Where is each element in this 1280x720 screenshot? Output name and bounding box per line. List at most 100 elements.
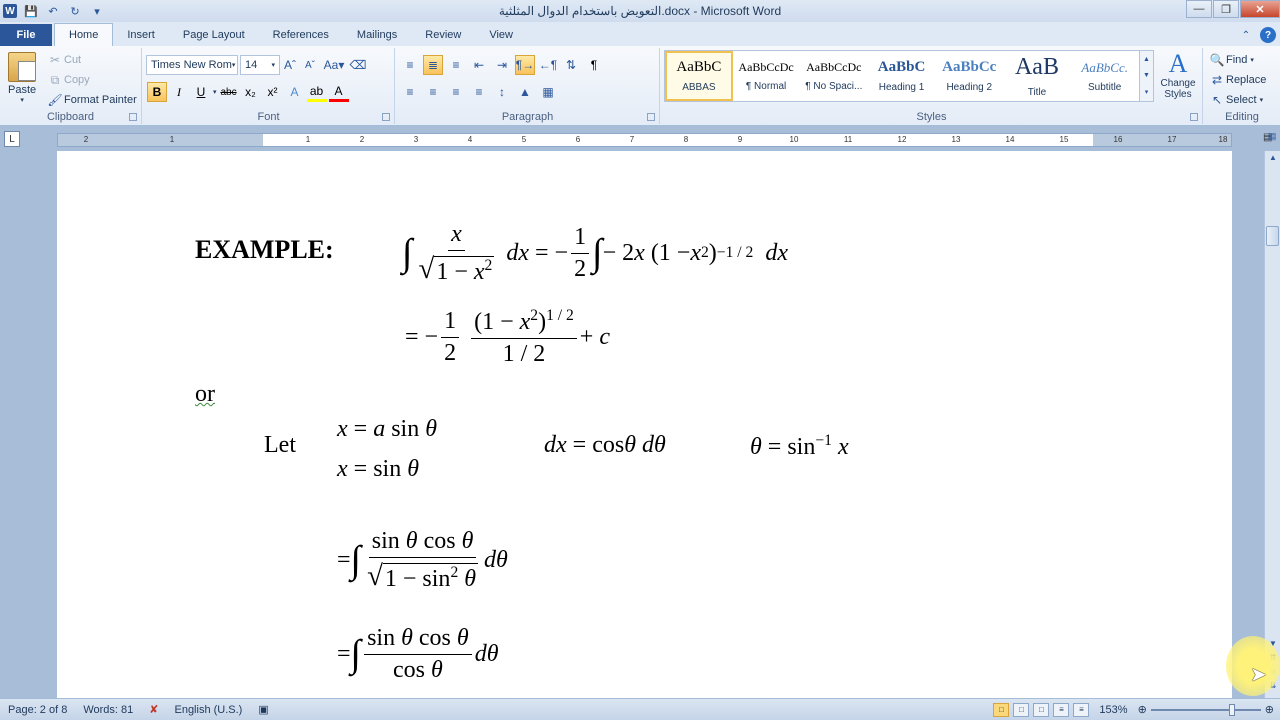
word-count[interactable]: Words: 81 <box>75 704 141 716</box>
shrink-font-icon[interactable]: Aˇ <box>300 55 320 75</box>
language-indicator[interactable]: English (U.S.) <box>166 704 250 716</box>
highlight-icon[interactable]: ab <box>306 82 327 102</box>
justify-icon[interactable]: ≡ <box>469 82 489 102</box>
superscript-icon[interactable]: x² <box>263 82 283 102</box>
chevron-down-icon[interactable]: ▾ <box>213 88 217 96</box>
tab-view[interactable]: View <box>475 24 527 46</box>
replace-button[interactable]: ⇄ Replace <box>1208 71 1266 89</box>
outline-icon[interactable]: ≡ <box>1053 702 1070 717</box>
decrease-indent-icon[interactable]: ⇤ <box>469 55 489 75</box>
cut-button[interactable]: ✂ Cut <box>46 51 81 69</box>
restore-icon[interactable]: ❐ <box>1213 0 1239 18</box>
page-count[interactable]: Page: 2 of 8 <box>0 704 75 716</box>
font-name-combo[interactable]: Times New Rom ▾ <box>146 55 238 75</box>
ruler-tick: 2 <box>359 135 365 144</box>
change-case-button[interactable]: Aa ▾ <box>320 55 348 75</box>
tab-mailings[interactable]: Mailings <box>343 24 411 46</box>
multilevel-list-icon[interactable]: ≡ <box>446 55 466 75</box>
bold-icon[interactable]: B <box>147 82 167 102</box>
word-app-icon[interactable]: W <box>3 4 17 18</box>
zoom-in-icon[interactable]: ⊕ <box>1265 703 1274 716</box>
numbering-icon[interactable]: ≣ <box>423 55 443 75</box>
tab-selector[interactable]: L <box>4 131 20 147</box>
strikethrough-icon[interactable]: abc <box>219 82 239 102</box>
subscript-icon[interactable]: x₂ <box>241 82 261 102</box>
style-normal[interactable]: AaBbCcDc ¶ Normal <box>733 51 801 101</box>
style-sample: AaBbCcDc <box>738 60 794 74</box>
style-abbas[interactable]: AaBbC ABBAS <box>665 51 733 101</box>
tab-insert[interactable]: Insert <box>113 24 169 46</box>
font-size-combo[interactable]: 14 ▾ <box>240 55 280 75</box>
chevron-down-icon[interactable]: ▼ <box>1143 72 1150 79</box>
full-screen-reading-icon[interactable]: □ <box>1013 702 1030 717</box>
paste-button[interactable]: Paste ▾ <box>8 52 36 104</box>
align-left-icon[interactable]: ≡ <box>400 82 420 102</box>
tab-review[interactable]: Review <box>411 24 475 46</box>
style-title[interactable]: AaB Title <box>1004 51 1072 101</box>
font-size-value: 14 <box>245 59 258 71</box>
minimize-icon[interactable]: — <box>1186 0 1212 18</box>
show-hide-marks-icon[interactable]: ¶ <box>584 55 604 75</box>
macro-record-icon[interactable]: ▣ <box>250 703 276 716</box>
underline-icon[interactable]: U <box>191 82 211 102</box>
draft-icon[interactable]: ≡ <box>1073 702 1090 717</box>
zoom-slider-knob[interactable] <box>1228 703 1235 716</box>
minimize-ribbon-icon[interactable]: ⌃ <box>1238 27 1254 43</box>
qat-customize-icon[interactable]: ▾ <box>89 3 105 19</box>
copy-button[interactable]: ⧉ Copy <box>46 71 90 89</box>
bullets-icon[interactable]: ≡ <box>400 55 420 75</box>
zoom-out-icon[interactable]: ⊕ <box>1138 703 1147 716</box>
find-button[interactable]: 🔍 Find ▾ <box>1208 51 1254 69</box>
styles-scroll[interactable]: ▲ ▼ ▾ <box>1139 51 1153 101</box>
undo-icon[interactable]: ↶ <box>45 3 61 19</box>
grow-font-icon[interactable]: Aˆ <box>280 55 300 75</box>
zoom-level[interactable]: 153% <box>1099 704 1127 716</box>
redo-icon[interactable]: ↻ <box>67 3 83 19</box>
dialog-launcher-icon[interactable] <box>382 113 390 121</box>
web-layout-icon[interactable]: □ <box>1033 702 1050 717</box>
cut-label: Cut <box>64 54 82 66</box>
select-button[interactable]: ↖ Select ▾ <box>1208 91 1263 109</box>
italic-icon[interactable]: I <box>169 82 189 102</box>
vertical-scrollbar[interactable]: ▲ ▼ ⇈ ○ ⇊ <box>1264 151 1280 698</box>
tab-references[interactable]: References <box>259 24 343 46</box>
horizontal-ruler[interactable]: 2 1 1 2 3 4 5 6 7 8 9 10 11 12 13 14 15 … <box>57 133 1232 147</box>
style-no-spacing[interactable]: AaBbCcDc ¶ No Spaci... <box>800 51 868 101</box>
ruler-toggle-icon[interactable]: ▤ <box>1264 131 1280 149</box>
tab-home[interactable]: Home <box>54 23 114 46</box>
chevron-up-icon[interactable]: ▲ <box>1143 56 1150 63</box>
style-heading-1[interactable]: AaBbC Heading 1 <box>868 51 936 101</box>
align-right-icon[interactable]: ≡ <box>446 82 466 102</box>
shading-icon[interactable]: ▲ <box>515 82 535 102</box>
increase-indent-icon[interactable]: ⇥ <box>492 55 512 75</box>
dialog-launcher-icon[interactable] <box>129 113 137 121</box>
sort-icon[interactable]: ⇅ <box>561 55 581 75</box>
scroll-thumb[interactable] <box>1266 226 1279 246</box>
help-icon[interactable]: ? <box>1260 27 1276 43</box>
tab-file[interactable]: File <box>0 24 52 46</box>
close-icon[interactable]: ✕ <box>1240 0 1280 18</box>
style-subtitle[interactable]: AaBbCc. Subtitle <box>1071 51 1139 101</box>
scroll-up-icon[interactable]: ▲ <box>1267 153 1279 165</box>
rtl-direction-icon[interactable]: ←¶ <box>538 55 558 75</box>
change-styles-button[interactable]: A Change Styles <box>1157 50 1199 101</box>
ltr-direction-icon[interactable]: ¶→ <box>515 55 535 75</box>
align-center-icon[interactable]: ≡ <box>423 82 443 102</box>
style-heading-2[interactable]: AaBbCc Heading 2 <box>936 51 1004 101</box>
text-effects-icon[interactable]: A <box>285 82 305 102</box>
line-spacing-icon[interactable]: ↕ <box>492 82 512 102</box>
zoom-slider[interactable] <box>1150 703 1261 716</box>
tab-page-layout[interactable]: Page Layout <box>169 24 259 46</box>
print-layout-icon[interactable]: □ <box>993 702 1010 717</box>
equation-1: ∫ x √ 1 − x2 dx = − 12 ∫ − 2x (1 − x 2) −1 / … <box>402 220 788 285</box>
more-styles-icon[interactable]: ▾ <box>1145 88 1149 96</box>
proofing-icon[interactable]: ✘ <box>141 703 166 716</box>
format-painter-button[interactable]: 🖌 Format Painter <box>46 91 136 109</box>
dialog-launcher-icon[interactable] <box>647 113 655 121</box>
clear-formatting-icon[interactable]: ⌫ <box>348 55 368 75</box>
document-page[interactable]: EXAMPLE: ∫ x √ 1 − x2 dx = − 12 ∫ − 2x (1 −… <box>57 151 1232 698</box>
borders-icon[interactable]: ▦ <box>538 82 558 102</box>
save-icon[interactable]: 💾 <box>23 3 39 19</box>
dialog-launcher-icon[interactable] <box>1190 113 1198 121</box>
font-color-icon[interactable]: A <box>328 82 349 102</box>
